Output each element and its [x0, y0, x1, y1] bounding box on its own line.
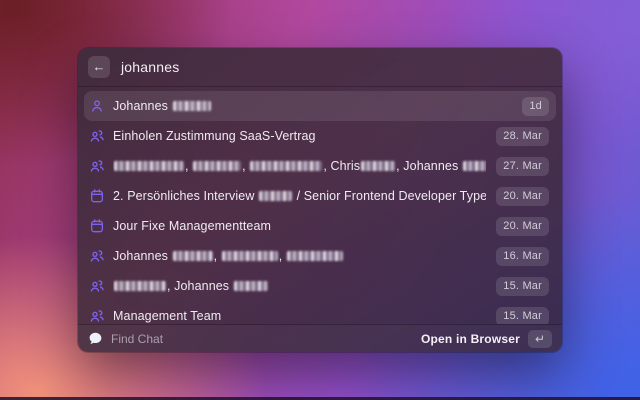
result-title: Johannes , ,: [113, 249, 486, 263]
chat-bubble-icon: [88, 331, 103, 346]
redacted-text: [234, 281, 268, 291]
date-badge: 15. Mar: [496, 277, 549, 296]
redacted-text: [463, 161, 486, 171]
person-icon: [89, 98, 105, 114]
redacted-text: [193, 161, 241, 171]
redacted-text: [173, 251, 213, 261]
result-row[interactable]: Einholen Zustimmung SaaS-Vertrag 28. Mar: [84, 121, 556, 151]
people-icon: [89, 128, 105, 144]
result-title: Jour Fixe Managementteam: [113, 219, 486, 233]
desktop-background: ← johannes Johannes 1dEinholen Zustimmun…: [0, 0, 640, 400]
people-icon: [89, 308, 105, 324]
result-title: Johannes: [113, 99, 512, 113]
search-header: ← johannes: [78, 48, 562, 87]
redacted-text: [173, 101, 211, 111]
date-badge: 28. Mar: [496, 127, 549, 146]
result-row[interactable]: Jour Fixe Managementteam 20. Mar: [84, 211, 556, 241]
enter-key-icon: ↵: [528, 330, 552, 348]
action-bar: Find Chat Open in Browser ↵: [78, 324, 562, 352]
redacted-text: [114, 161, 184, 171]
results-list: Johannes 1dEinholen Zustimmung SaaS-Vert…: [78, 87, 562, 324]
result-row[interactable]: 2. Persönliches Interview / Senior Front…: [84, 181, 556, 211]
result-row[interactable]: Johannes , , 16. Mar: [84, 241, 556, 271]
people-icon: [89, 158, 105, 174]
back-button[interactable]: ←: [88, 56, 110, 78]
command-title: Find Chat: [111, 332, 163, 346]
redacted-text: [114, 281, 166, 291]
date-badge: 1d: [522, 97, 549, 116]
redacted-text: [259, 191, 292, 201]
date-badge: 20. Mar: [496, 217, 549, 236]
open-in-browser-action[interactable]: Open in Browser: [421, 332, 520, 346]
people-icon: [89, 278, 105, 294]
date-badge: 27. Mar: [496, 157, 549, 176]
back-arrow-icon: ←: [93, 59, 106, 74]
redacted-text: [250, 161, 322, 171]
people-icon: [89, 248, 105, 264]
date-badge: 16. Mar: [496, 247, 549, 266]
search-window: ← johannes Johannes 1dEinholen Zustimmun…: [78, 48, 562, 352]
date-badge: 20. Mar: [496, 187, 549, 206]
result-title: 2. Persönliches Interview / Senior Front…: [113, 189, 486, 203]
redacted-text: [222, 251, 278, 261]
result-title: Einholen Zustimmung SaaS-Vertrag: [113, 129, 486, 143]
redacted-text: [287, 251, 343, 261]
result-row[interactable]: Management Team 15. Mar: [84, 301, 556, 324]
redacted-text: [361, 161, 395, 171]
result-title: , Johannes: [113, 279, 486, 293]
result-title: , , , Chris, Johannes ,...: [113, 159, 486, 173]
date-badge: 15. Mar: [496, 307, 549, 325]
result-title: Management Team: [113, 309, 486, 323]
calendar-icon: [89, 188, 105, 204]
result-row[interactable]: Johannes 1d: [84, 91, 556, 121]
search-input[interactable]: johannes: [121, 59, 179, 75]
calendar-icon: [89, 218, 105, 234]
result-row[interactable]: , Johannes 15. Mar: [84, 271, 556, 301]
result-row[interactable]: , , , Chris, Johannes ,... 27. Mar: [84, 151, 556, 181]
